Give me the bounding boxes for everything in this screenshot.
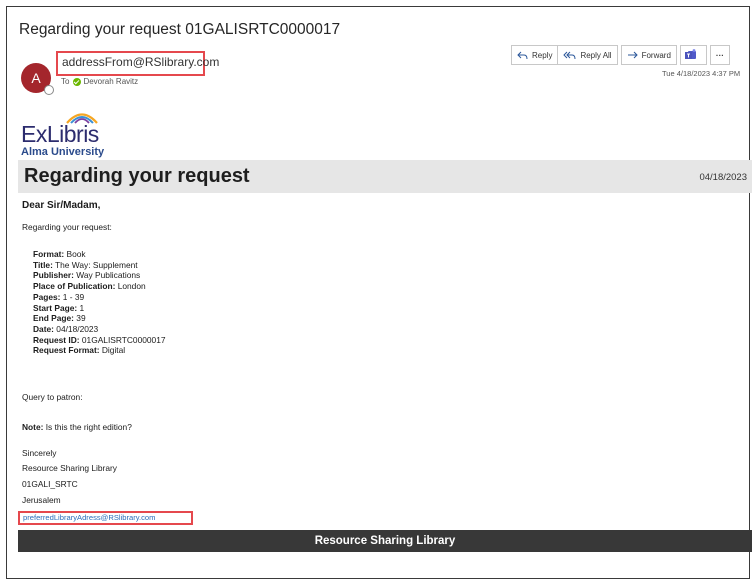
recipient-status-icon <box>73 77 82 86</box>
detail-label: Request Format: <box>33 345 100 356</box>
detail-row: Format: Book <box>33 249 166 260</box>
library-city: Jerusalem <box>22 495 61 505</box>
letter-footer: Resource Sharing Library <box>18 530 752 552</box>
detail-row: Title: The Way: Supplement <box>33 260 166 271</box>
detail-row: Place of Publication: London <box>33 281 166 292</box>
recipient-name[interactable]: Devorah Ravitz <box>83 77 138 86</box>
detail-label: Pages: <box>33 291 61 302</box>
forward-icon <box>627 51 638 58</box>
detail-label: Request ID: <box>33 334 80 345</box>
detail-value: 1 - 39 <box>60 291 85 302</box>
message-actions-toolbar: Reply Reply All Forward ··· <box>511 45 733 65</box>
library-email-link[interactable]: preferredLibraryAdress@RSlibrary.com <box>23 513 155 522</box>
detail-value: 1 <box>77 302 85 313</box>
footer-text: Resource Sharing Library <box>314 535 456 547</box>
note-value: Is this the right edition? <box>43 422 132 432</box>
detail-row: Date: 04/18/2023 <box>33 324 166 335</box>
detail-value: 04/18/2023 <box>53 323 99 334</box>
sent-timestamp: Tue 4/18/2023 4:37 PM <box>662 69 741 78</box>
institution-name: Alma University <box>21 146 105 158</box>
intro-text: Regarding your request: <box>22 222 112 232</box>
forward-label: Forward <box>641 50 671 60</box>
detail-label: Publisher: <box>33 270 74 281</box>
detail-label: Place of Publication: <box>33 281 116 292</box>
detail-label: Date: <box>33 323 54 334</box>
detail-row: Pages: 1 - 39 <box>33 292 166 303</box>
detail-value: Way Publications <box>73 270 141 281</box>
detail-label: End Page: <box>33 313 74 324</box>
reply-all-icon <box>563 51 576 59</box>
reply-all-label: Reply All <box>580 50 612 60</box>
request-details: Format: Book Title: The Way: Supplement … <box>33 249 166 356</box>
detail-label: Title: <box>33 259 53 270</box>
detail-row: Request Format: Digital <box>33 345 166 356</box>
reply-button[interactable]: Reply <box>511 45 558 65</box>
query-text: Query to patron: <box>22 392 83 402</box>
note-label: Note: <box>22 422 44 432</box>
logo-text: ExLibris <box>21 121 99 147</box>
to-label: To <box>61 77 70 86</box>
presence-status-icon <box>44 85 54 95</box>
detail-row: End Page: 39 <box>33 313 166 324</box>
detail-value: London <box>115 281 146 292</box>
sender-highlight[interactable]: addressFrom@RSlibrary.com <box>56 51 219 76</box>
teams-icon <box>684 49 696 59</box>
email-subject: Regarding your request 01GALISRTC0000017 <box>19 21 341 38</box>
detail-row: Publisher: Way Publications <box>33 270 166 281</box>
more-actions-label: ··· <box>715 50 724 60</box>
email-reading-pane: Regarding your request 01GALISRTC0000017… <box>6 6 752 579</box>
detail-row: Start Page: 1 <box>33 303 166 314</box>
exlibris-logo: ExLibris Alma University <box>21 110 121 158</box>
sign-off: Sincerely <box>22 448 57 458</box>
recipients-row: To Devorah Ravitz <box>61 77 138 86</box>
library-code: 01GALI_SRTC <box>22 479 78 489</box>
detail-value: Digital <box>99 345 126 356</box>
detail-label: Start Page: <box>33 302 78 313</box>
detail-value: The Way: Supplement <box>52 259 138 270</box>
reply-icon <box>517 51 528 59</box>
library-email-highlight: preferredLibraryAdress@RSlibrary.com <box>18 511 193 525</box>
reply-label: Reply <box>532 50 553 60</box>
sender-address[interactable]: addressFrom@RSlibrary.com <box>62 55 219 69</box>
forward-button[interactable]: Forward <box>620 45 677 65</box>
detail-value: Book <box>64 249 86 259</box>
more-actions-button[interactable]: ··· <box>709 45 730 65</box>
letter-header-banner: Regarding your request 04/18/2023 <box>18 160 752 193</box>
detail-row: Request ID: 01GALISRTC0000017 <box>33 335 166 346</box>
avatar-initial: A <box>31 70 41 86</box>
letter-heading: Regarding your request <box>24 165 250 187</box>
detail-value: 01GALISRTC0000017 <box>79 334 166 345</box>
library-name: Resource Sharing Library <box>22 463 117 473</box>
teams-share-button[interactable] <box>679 45 707 65</box>
salutation: Dear Sir/Madam, <box>22 200 101 211</box>
note-line: Note: Is this the right edition? <box>22 422 132 432</box>
detail-label: Format: <box>33 249 65 259</box>
letter-date: 04/18/2023 <box>699 172 747 183</box>
reply-all-button[interactable]: Reply All <box>557 45 618 65</box>
detail-value: 39 <box>73 313 86 324</box>
